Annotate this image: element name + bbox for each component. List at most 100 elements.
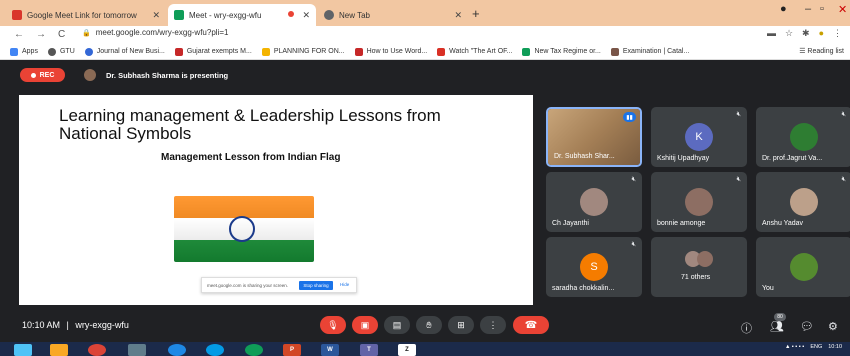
participant-tile[interactable]: 🔇︎ Anshu Yadav (756, 172, 850, 232)
meeting-code: wry-exgg-wfu (75, 320, 129, 330)
participant-tile[interactable]: 🔇︎ S saradha chokkalin... (546, 237, 642, 297)
captions-button[interactable]: ▤ (384, 316, 410, 334)
tab-google-meet-link[interactable]: Google Meet Link for tomorrow ✕ (6, 4, 166, 26)
bookmark-label: PLANNING FOR ON... (273, 48, 345, 55)
avatar (697, 251, 713, 267)
stop-sharing-button[interactable]: Stop sharing (299, 281, 333, 290)
check-icon (522, 47, 531, 56)
tray-icons[interactable]: ▲ ▪ ▪ ▪ ▪ (785, 344, 804, 350)
raise-hand-button[interactable]: ✋︎ (416, 316, 442, 334)
self-tile[interactable]: You (756, 237, 850, 297)
camera-off-icon: ▣ (360, 319, 370, 330)
people-icon[interactable]: 👥︎ (770, 320, 784, 333)
bookmark-watch[interactable]: Watch "The Art OF... (437, 47, 512, 56)
hang-up-icon: ☎︎ (524, 319, 538, 331)
meeting-details: 10:10 AM | wry-exgg-wfu (22, 320, 129, 330)
toolbar-icons: ▬ ☆ ✱ ● ⋮ (767, 28, 842, 39)
bookmark-apps[interactable]: Apps (10, 47, 38, 56)
ashoka-chakra-icon (229, 216, 255, 242)
address-bar-row: ← → C 🔒 meet.google.com/wry-exgg-wfu?pli… (0, 26, 850, 44)
profile-avatar-icon[interactable]: ● (819, 28, 824, 39)
bookmark-gtu[interactable]: GTU (47, 47, 75, 56)
chrome-alt-icon[interactable] (245, 344, 263, 356)
skype-icon[interactable] (206, 344, 224, 356)
participant-name: saradha chokkalin... (552, 285, 615, 292)
recording-badge[interactable]: REC (20, 68, 65, 82)
others-tile[interactable]: 71 others (651, 237, 747, 297)
participant-name: Ch Jayanthi (552, 220, 589, 227)
teams-icon[interactable]: T (360, 344, 378, 356)
recording-dot-icon (288, 11, 294, 17)
language-indicator[interactable]: ENG (810, 344, 822, 350)
gtu-icon (47, 47, 56, 56)
profile-dot-icon[interactable]: ● (780, 3, 787, 15)
record-dot-icon (30, 72, 36, 78)
presentation-slide: Learning management & Leadership Lessons… (19, 95, 533, 305)
journal-icon (84, 47, 93, 56)
red-page-icon (354, 47, 363, 56)
close-tab-icon[interactable]: ✕ (152, 10, 160, 21)
camera-off-button[interactable]: ▣ (352, 316, 378, 334)
windows-start-icon[interactable] (14, 344, 32, 356)
more-options-button[interactable]: ⋮ (480, 316, 506, 334)
info-icon[interactable]: ⓘ (741, 320, 752, 336)
avatar: S (580, 253, 608, 281)
bookmark-gujarat[interactable]: Gujarat exempts M... (174, 47, 252, 56)
new-tab-button[interactable]: + (472, 6, 480, 21)
close-tab-icon[interactable]: ✕ (454, 10, 462, 21)
avatar (84, 69, 96, 81)
meet-icon (174, 10, 184, 20)
back-icon[interactable]: ← (14, 29, 24, 40)
mic-off-icon: 🔇︎ (736, 111, 741, 118)
globe-icon (324, 10, 334, 20)
activities-icon[interactable]: ⚙︎ (828, 320, 838, 333)
bookmark-planning[interactable]: PLANNING FOR ON... (261, 47, 345, 56)
menu-icon[interactable]: ⋮ (833, 28, 842, 39)
zoom-icon[interactable]: Z (398, 344, 416, 356)
calculator-icon[interactable] (128, 344, 146, 356)
chrome-icon[interactable] (88, 344, 106, 356)
bookmark-examination[interactable]: Examination | Catal... (610, 47, 689, 56)
url-field[interactable]: 🔒 meet.google.com/wry-exgg-wfu?pli=1 (82, 28, 228, 37)
present-button[interactable]: ⊞ (448, 316, 474, 334)
extensions-icon[interactable]: ✱ (802, 28, 810, 39)
mic-off-icon: 🎙︎ (327, 319, 339, 330)
end-call-button[interactable]: ☎︎ (513, 316, 549, 334)
clock[interactable]: 10:10 (828, 344, 842, 350)
reload-icon[interactable]: C (58, 29, 65, 40)
word-icon[interactable]: W (321, 344, 339, 356)
chat-icon[interactable]: 💬︎ (800, 320, 814, 333)
mic-off-icon: 🔇︎ (631, 176, 636, 183)
reading-list-button[interactable]: ☰ Reading list (799, 47, 844, 55)
minimize-icon[interactable]: – (805, 3, 811, 15)
edge-icon[interactable] (168, 344, 186, 356)
participant-tile[interactable]: 🔇︎ Ch Jayanthi (546, 172, 642, 232)
participant-name: Dr. Subhash Shar... (554, 153, 615, 160)
tab-meet[interactable]: Meet - wry-exgg-wfu ✕ (168, 4, 316, 26)
slide-title: Learning management & Leadership Lessons… (59, 106, 441, 143)
bookmark-word[interactable]: How to Use Word... (354, 47, 427, 56)
browser-tab-strip: Google Meet Link for tomorrow ✕ Meet - w… (0, 0, 850, 26)
participant-tile[interactable]: 🔇︎ Dr. prof.Jagrut Va... (756, 107, 850, 167)
camera-indicator-icon[interactable]: ▬ (767, 28, 776, 39)
maximize-icon[interactable]: ▫ (820, 3, 824, 15)
participant-tile[interactable]: 🔇︎ bonnie amonge (651, 172, 747, 232)
close-window-icon[interactable]: ✕ (838, 3, 847, 16)
news-icon (174, 47, 183, 56)
mic-off-icon: 🔇︎ (841, 111, 846, 118)
participant-tile-presenter[interactable]: ▮▮ Dr. Subhash Shar... (546, 107, 642, 167)
close-tab-icon[interactable]: ✕ (302, 10, 310, 21)
hide-button[interactable]: Hide (340, 282, 349, 287)
bookmark-label: Gujarat exempts M... (186, 48, 252, 55)
bookmark-tax[interactable]: New Tax Regime or... (522, 47, 601, 56)
bookmark-journal[interactable]: Journal of New Busi... (84, 47, 165, 56)
participant-tile[interactable]: 🔇︎ K Kshitij Upadhyay (651, 107, 747, 167)
forward-icon[interactable]: → (36, 29, 46, 40)
powerpoint-icon[interactable]: P (283, 344, 301, 356)
tab-new-tab[interactable]: New Tab ✕ (318, 4, 468, 26)
file-explorer-icon[interactable] (50, 344, 68, 356)
screen: Google Meet Link for tomorrow ✕ Meet - w… (0, 0, 850, 356)
star-icon[interactable]: ☆ (785, 28, 793, 39)
mic-off-button[interactable]: 🎙︎ (320, 316, 346, 334)
document-icon (261, 47, 270, 56)
